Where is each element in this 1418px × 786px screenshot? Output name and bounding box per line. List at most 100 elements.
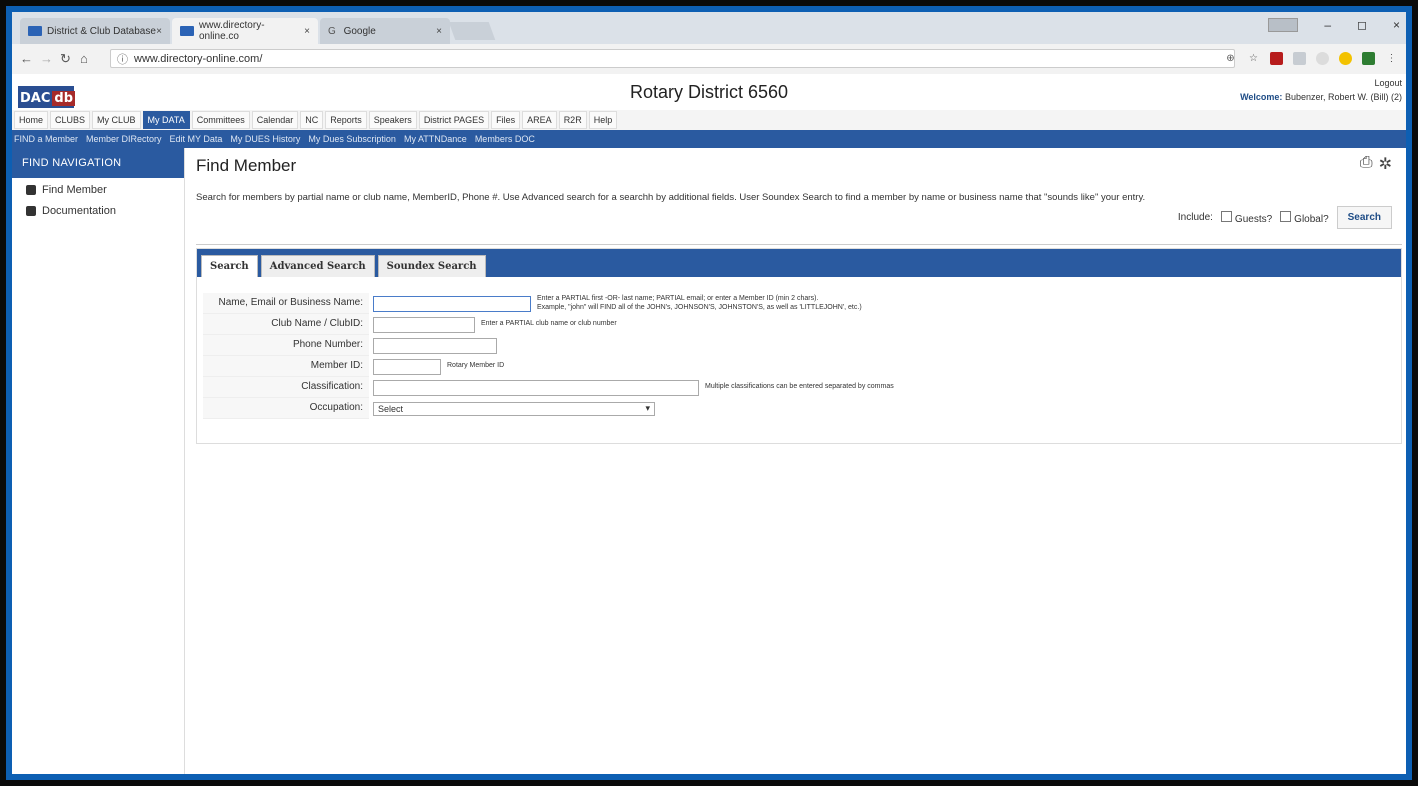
sub-nav: FIND a Member Member DIRectory Edit MY D… xyxy=(12,130,1406,148)
include-label: Include: xyxy=(1177,212,1213,223)
subnav-members-doc[interactable]: Members DOC xyxy=(475,134,535,144)
browser-tab-district-db[interactable]: District & Club Database × xyxy=(20,18,170,44)
dacdb-favicon-icon xyxy=(180,26,194,36)
form-row-club: Club Name / ClubID: Enter a PARTIAL club… xyxy=(203,314,894,335)
tab-advanced-search[interactable]: Advanced Search xyxy=(260,255,375,277)
restore-button[interactable]: ◻ xyxy=(1357,18,1367,32)
nav-home[interactable]: Home xyxy=(14,111,49,129)
nav-speakers[interactable]: Speakers xyxy=(368,111,417,129)
subnav-find-member[interactable]: FIND a Member xyxy=(14,134,78,144)
window-controls: – ◻ × xyxy=(1268,18,1400,32)
subnav-edit-my-data[interactable]: Edit MY Data xyxy=(170,134,223,144)
tab-close-icon[interactable]: × xyxy=(304,26,310,37)
subnav-dues-history[interactable]: My DUES History xyxy=(230,134,300,144)
name-hint-line-2: Example, "john" will FIND all of the JOH… xyxy=(537,303,862,311)
reload-icon[interactable]: ↻ xyxy=(60,51,71,67)
divider xyxy=(196,244,1402,245)
global-checkbox[interactable]: Global? xyxy=(1280,210,1329,225)
welcome-user: Bubenzer, Robert W. (Bill) (2) xyxy=(1284,92,1402,102)
subnav-attendance[interactable]: My ATTNDance xyxy=(404,134,467,144)
tab-search[interactable]: Search xyxy=(201,255,258,277)
guests-checkbox[interactable]: Guests? xyxy=(1220,210,1272,225)
member-id-hint: Rotary Member ID xyxy=(447,362,505,370)
pdf-extension-icon[interactable] xyxy=(1270,52,1283,65)
name-hint-line-1: Enter a PARTIAL first -OR- last name; PA… xyxy=(537,295,819,303)
classification-input[interactable] xyxy=(373,379,699,396)
club-hint: Enter a PARTIAL club name or club number xyxy=(481,320,617,328)
browser-tab-directory-online[interactable]: www.directory-online.co × xyxy=(172,18,318,44)
phone-label: Phone Number: xyxy=(203,335,369,356)
page-title: Find Member xyxy=(196,156,297,175)
sidebar-item-find-member[interactable]: Find Member xyxy=(12,178,184,199)
app-header: DAC db Rotary District 6560 Logout Welcom… xyxy=(12,74,1406,110)
search-button[interactable]: Search xyxy=(1336,206,1392,229)
url-text: www.directory-online.com/ xyxy=(134,52,263,65)
nav-help[interactable]: Help xyxy=(588,111,618,129)
nav-calendar[interactable]: Calendar xyxy=(251,111,299,129)
search-tabs: Search Advanced Search Soundex Search xyxy=(197,249,1401,277)
nav-clubs[interactable]: CLUBS xyxy=(50,111,91,129)
member-id-input[interactable] xyxy=(373,358,441,375)
district-title: Rotary District 6560 xyxy=(629,82,789,102)
sidebar-item-documentation[interactable]: Documentation xyxy=(12,199,184,220)
extension-icon[interactable] xyxy=(1293,52,1306,65)
subnav-dues-subscription[interactable]: My Dues Subscription xyxy=(308,134,396,144)
gear-icon[interactable]: ✲ xyxy=(1379,154,1392,174)
tab-label: Google xyxy=(343,25,376,37)
sidebar-item-label: Find Member xyxy=(42,184,107,196)
extension-icon[interactable] xyxy=(1316,52,1329,65)
search-panel: Search Advanced Search Soundex Search Na… xyxy=(196,248,1402,444)
search-form: Name, Email or Business Name: Enter a PA… xyxy=(203,293,894,419)
nav-reports[interactable]: Reports xyxy=(325,111,367,129)
main-content: Find Member ⎙ ✲ Search for members by pa… xyxy=(196,148,1406,774)
google-favicon-icon: G xyxy=(328,26,336,37)
address-bar[interactable]: ⓘ www.directory-online.com/ xyxy=(110,49,1235,68)
browser-toolbar: ← → ↻ ⌂ ⓘ www.directory-online.com/ ⊕ ☆ … xyxy=(12,44,1406,75)
logout-link[interactable]: Logout xyxy=(1374,78,1402,88)
home-icon[interactable]: ⌂ xyxy=(80,51,88,66)
name-email-business-input[interactable] xyxy=(373,295,531,312)
form-row-member-id: Member ID: Rotary Member ID xyxy=(203,356,894,377)
nav-my-data[interactable]: My DATA xyxy=(142,111,190,129)
nav-district-pages[interactable]: District PAGES xyxy=(418,111,490,129)
nav-committees[interactable]: Committees xyxy=(191,111,250,129)
subnav-member-directory[interactable]: Member DIRectory xyxy=(86,134,162,144)
tab-soundex-search[interactable]: Soundex Search xyxy=(377,255,486,277)
club-input[interactable] xyxy=(373,316,475,333)
bookmark-star-icon[interactable]: ☆ xyxy=(1247,52,1260,65)
nav-r2r[interactable]: R2R xyxy=(558,111,587,129)
include-options: Include: Guests? Global? Search xyxy=(1178,206,1392,229)
tab-close-icon[interactable]: × xyxy=(156,26,162,37)
print-icon[interactable]: ⎙ xyxy=(1360,154,1373,174)
form-row-name: Name, Email or Business Name: Enter a PA… xyxy=(203,293,894,314)
forward-icon[interactable]: → xyxy=(40,51,53,66)
phone-input[interactable] xyxy=(373,337,497,354)
info-icon[interactable]: ⓘ xyxy=(117,51,128,67)
extension-icon[interactable] xyxy=(1339,52,1352,65)
back-icon[interactable]: ← xyxy=(20,51,33,66)
zoom-icon[interactable]: ⊕ xyxy=(1224,52,1237,65)
form-row-phone: Phone Number: xyxy=(203,335,894,356)
occupation-select[interactable]: Select ▾ xyxy=(373,401,655,416)
page-tools: ⎙ ✲ xyxy=(1360,154,1392,174)
profile-icon[interactable] xyxy=(1268,18,1299,32)
sidebar: FIND NAVIGATION Find Member Documentatio… xyxy=(12,148,185,774)
extensions-bar: ⊕ ☆ ⋮ xyxy=(1224,52,1398,65)
welcome-text: Welcome: Bubenzer, Robert W. (Bill) (2) xyxy=(1240,92,1402,102)
chevron-down-icon: ▾ xyxy=(645,403,650,413)
extension-icon[interactable] xyxy=(1362,52,1375,65)
menu-icon[interactable]: ⋮ xyxy=(1385,52,1398,65)
classification-hint: Multiple classifications can be entered … xyxy=(705,383,894,391)
new-tab-button[interactable] xyxy=(448,22,496,40)
dacdb-favicon-icon xyxy=(28,26,42,36)
form-row-classification: Classification: Multiple classifications… xyxy=(203,377,894,398)
close-window-button[interactable]: × xyxy=(1393,18,1400,32)
browser-tab-google[interactable]: G Google × xyxy=(320,18,450,44)
nav-area[interactable]: AREA xyxy=(522,111,557,129)
main-nav: Home CLUBS My CLUB My DATA Committees Ca… xyxy=(12,110,1406,130)
nav-my-club[interactable]: My CLUB xyxy=(92,111,141,129)
nav-files[interactable]: Files xyxy=(491,111,521,129)
minimize-button[interactable]: – xyxy=(1324,18,1331,32)
tab-close-icon[interactable]: × xyxy=(436,26,442,37)
nav-nc[interactable]: NC xyxy=(300,111,324,129)
